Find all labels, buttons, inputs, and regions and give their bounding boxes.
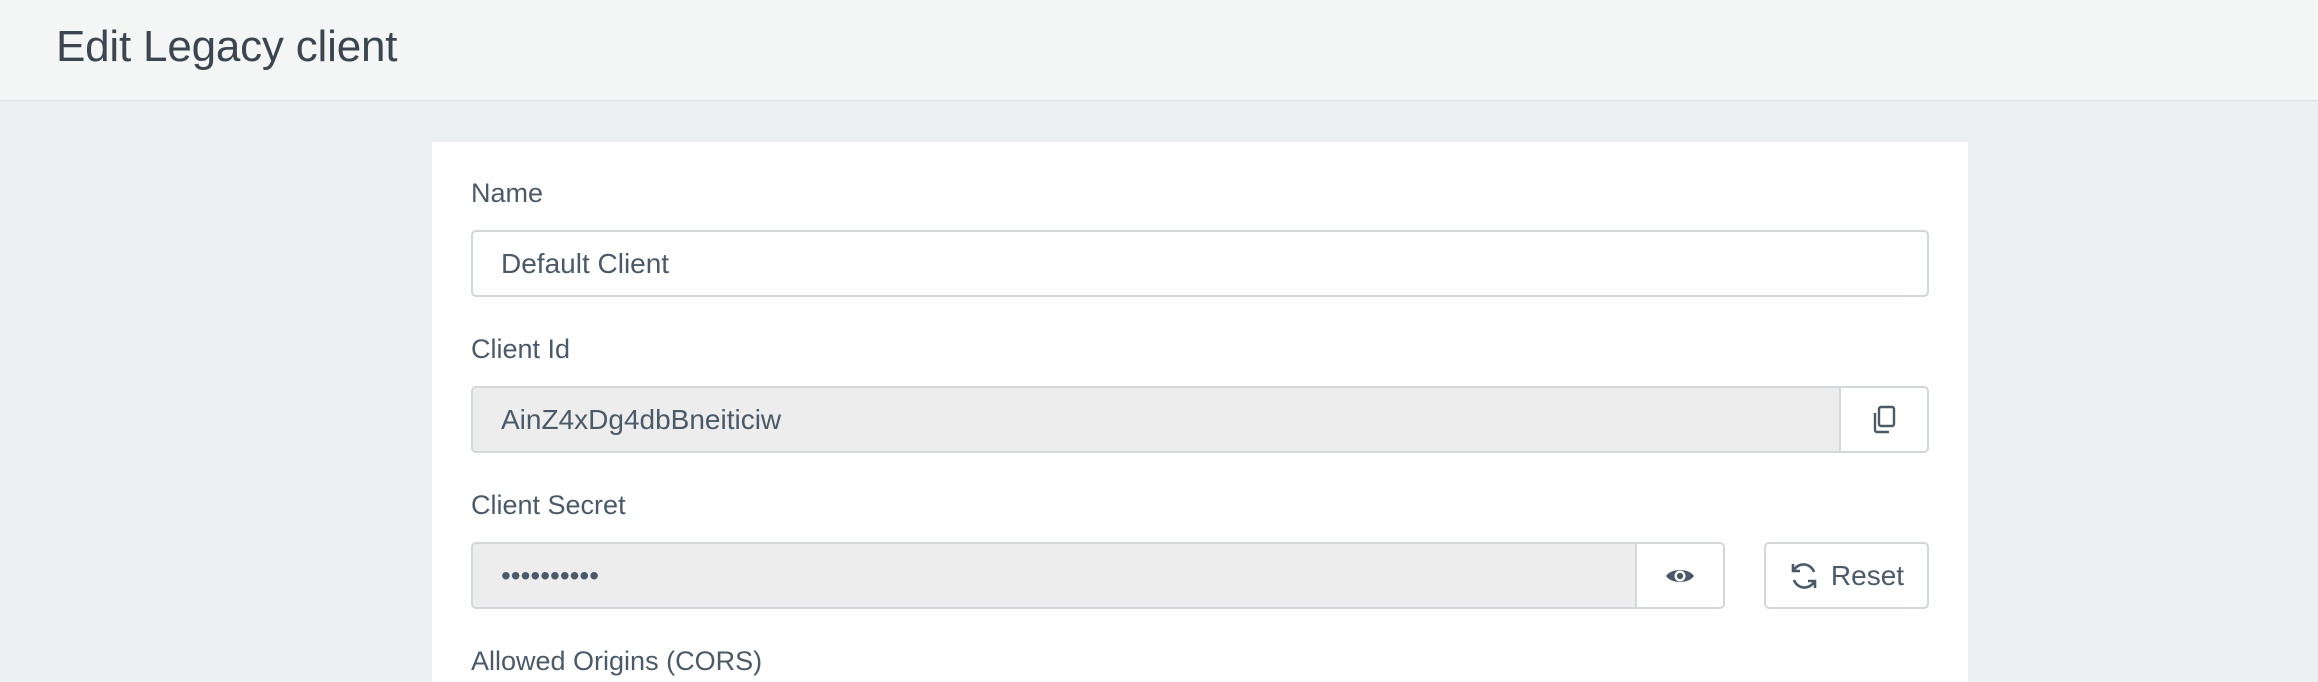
allowed-origins-label: Allowed Origins (CORS) [471, 646, 763, 676]
client-secret-input[interactable] [471, 542, 1637, 609]
copy-client-id-button[interactable] [1841, 386, 1929, 453]
client-id-label: Client Id [471, 334, 571, 364]
reset-button-label: Reset [1830, 559, 1905, 591]
refresh-icon [1789, 561, 1819, 591]
name-label: Name [471, 178, 544, 208]
name-input[interactable] [471, 230, 1929, 297]
client-form-panel: Name Client Id Client Secret [432, 142, 1968, 682]
page-header: Edit Legacy client [0, 0, 2318, 101]
eye-icon [1665, 566, 1695, 586]
page-title: Edit Legacy client [56, 22, 398, 71]
client-secret-label: Client Secret [471, 490, 626, 520]
reset-secret-button[interactable]: Reset [1764, 542, 1929, 609]
copy-icon [1870, 405, 1898, 435]
client-id-input[interactable] [471, 386, 1841, 453]
reveal-secret-button[interactable] [1637, 542, 1725, 609]
